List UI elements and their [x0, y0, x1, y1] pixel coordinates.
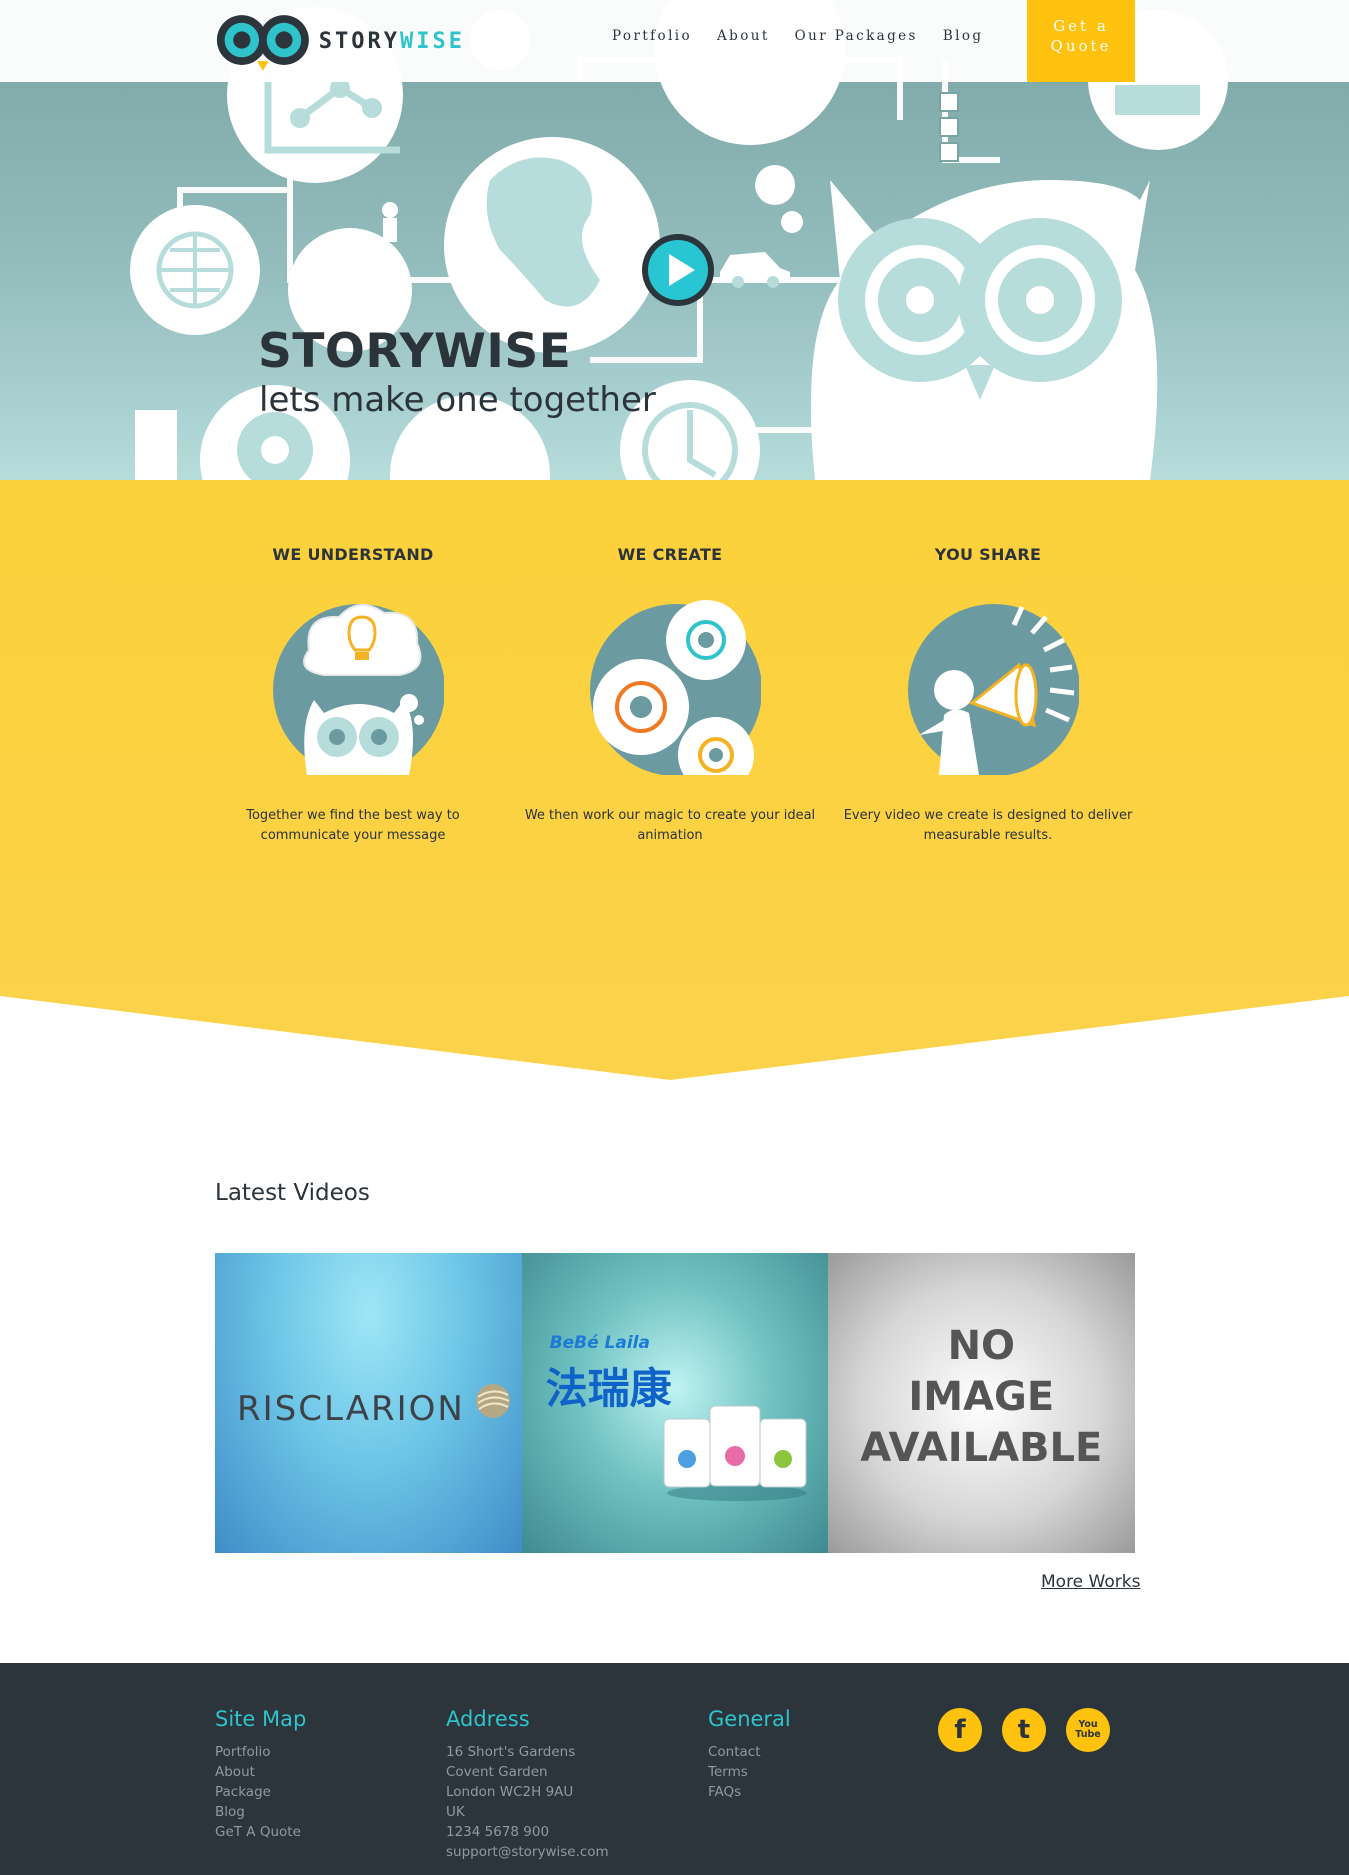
yellow-banner-background [0, 480, 1349, 1080]
footer-general-title: General [708, 1707, 791, 1731]
youtube-icon[interactable]: You Tube [1066, 1708, 1110, 1752]
feature-title: WE UNDERSTAND [272, 545, 434, 564]
footer-link-about[interactable]: About [215, 1762, 306, 1782]
hero-subtitle: lets make one together [259, 380, 656, 420]
address-line: London WC2H 9AU [446, 1784, 574, 1800]
logo[interactable]: STORYWISE [215, 10, 465, 72]
no-image-line: AVAILABLE [860, 1425, 1103, 1471]
logo-text-wise: WISE [400, 28, 465, 54]
logo-text: STORYWISE [319, 29, 465, 54]
latest-videos-heading: Latest Videos [215, 1180, 370, 1206]
features-section: WE UNDERSTAND Together we find the best … [0, 480, 1349, 1080]
video-brand-text: RISCLARION [237, 1389, 465, 1429]
owl-logo-icon [216, 15, 309, 71]
play-icon [642, 234, 714, 306]
footer-link-get-a-quote[interactable]: GeT A Quote [215, 1822, 306, 1842]
video-brand-text: 法瑞康 [545, 1364, 672, 1413]
footer-address: Address 16 Short's Gardens Covent Garden… [446, 1707, 609, 1862]
nav-portfolio[interactable]: Portfolio [612, 28, 692, 44]
nav-about[interactable]: About [717, 28, 770, 44]
feature-title: WE CREATE [617, 545, 723, 564]
footer-link-faqs[interactable]: FAQs [708, 1782, 791, 1802]
address-line: 16 Short's Gardens [446, 1744, 576, 1760]
video-brand-subtext: BeBé Laila [549, 1333, 650, 1353]
video-thumbnail-risclarion[interactable]: RISCLARION [215, 1253, 522, 1553]
site-header: STORYWISE Portfolio About Our Packages B… [0, 0, 1349, 82]
video-thumbnail-bebe-laila[interactable]: BeBé Laila 法瑞康 [521, 1253, 829, 1553]
footer-sitemap-title: Site Map [215, 1707, 307, 1731]
get-a-quote-button[interactable]: Get a Quote [1027, 0, 1135, 82]
quote-label-line2: Quote [1050, 37, 1112, 55]
address-line: Covent Garden [446, 1764, 548, 1780]
footer-address-title: Address [446, 1707, 530, 1731]
footer-link-package[interactable]: Package [215, 1782, 306, 1802]
hero-title: STORYWISE [258, 324, 572, 379]
footer-link-portfolio[interactable]: Portfolio [215, 1742, 306, 1762]
no-image-line: NO [947, 1323, 1016, 1369]
video-thumbnail-no-image[interactable]: NO IMAGE AVAILABLE [828, 1253, 1135, 1553]
no-image-placeholder: NO IMAGE AVAILABLE [828, 1321, 1134, 1474]
megaphone-icon [908, 604, 1079, 775]
footer-link-blog[interactable]: Blog [215, 1802, 306, 1822]
footer-sitemap: Site Map Portfolio About Package Blog Ge… [215, 1707, 306, 1842]
site-footer: Site Map Portfolio About Package Blog Ge… [0, 1663, 1349, 1875]
address-line: UK [446, 1804, 465, 1820]
nav-blog[interactable]: Blog [943, 28, 984, 44]
logo-text-story: STORY [318, 28, 401, 54]
feature-text: Every video we create is designed to del… [843, 808, 1133, 843]
owl-lightbulb-icon [273, 604, 444, 775]
gears-icon [590, 600, 761, 775]
product-cans-image [663, 1405, 807, 1501]
play-video-button[interactable] [640, 232, 716, 308]
address-phone: 1234 5678 900 [446, 1824, 550, 1840]
feature-text: We then work our magic to create your id… [524, 808, 816, 843]
main-nav: Portfolio About Our Packages Blog [612, 28, 1008, 44]
facebook-icon[interactable]: f [938, 1708, 982, 1752]
quote-label-line1: Get a [1053, 17, 1109, 35]
social-links: f t You Tube [938, 1708, 1110, 1752]
latest-videos-grid: RISCLARION BeBé Laila 法瑞康 NO IMAGE AVAIL… [215, 1253, 1135, 1553]
no-image-line: IMAGE [908, 1374, 1055, 1420]
footer-link-terms[interactable]: Terms [708, 1762, 791, 1782]
footer-link-contact[interactable]: Contact [708, 1742, 791, 1762]
twitter-icon[interactable]: t [1002, 1708, 1046, 1752]
feature-title: YOU SHARE [934, 545, 1042, 564]
feature-text: Together we find the best way to communi… [246, 808, 460, 843]
footer-general: General Contact Terms FAQs [708, 1707, 791, 1802]
more-works-link[interactable]: More Works [1041, 1572, 1140, 1592]
nav-packages[interactable]: Our Packages [795, 28, 918, 44]
address-email-link[interactable]: support@storywise.com [446, 1842, 609, 1862]
risclarion-logo-icon [476, 1384, 510, 1418]
